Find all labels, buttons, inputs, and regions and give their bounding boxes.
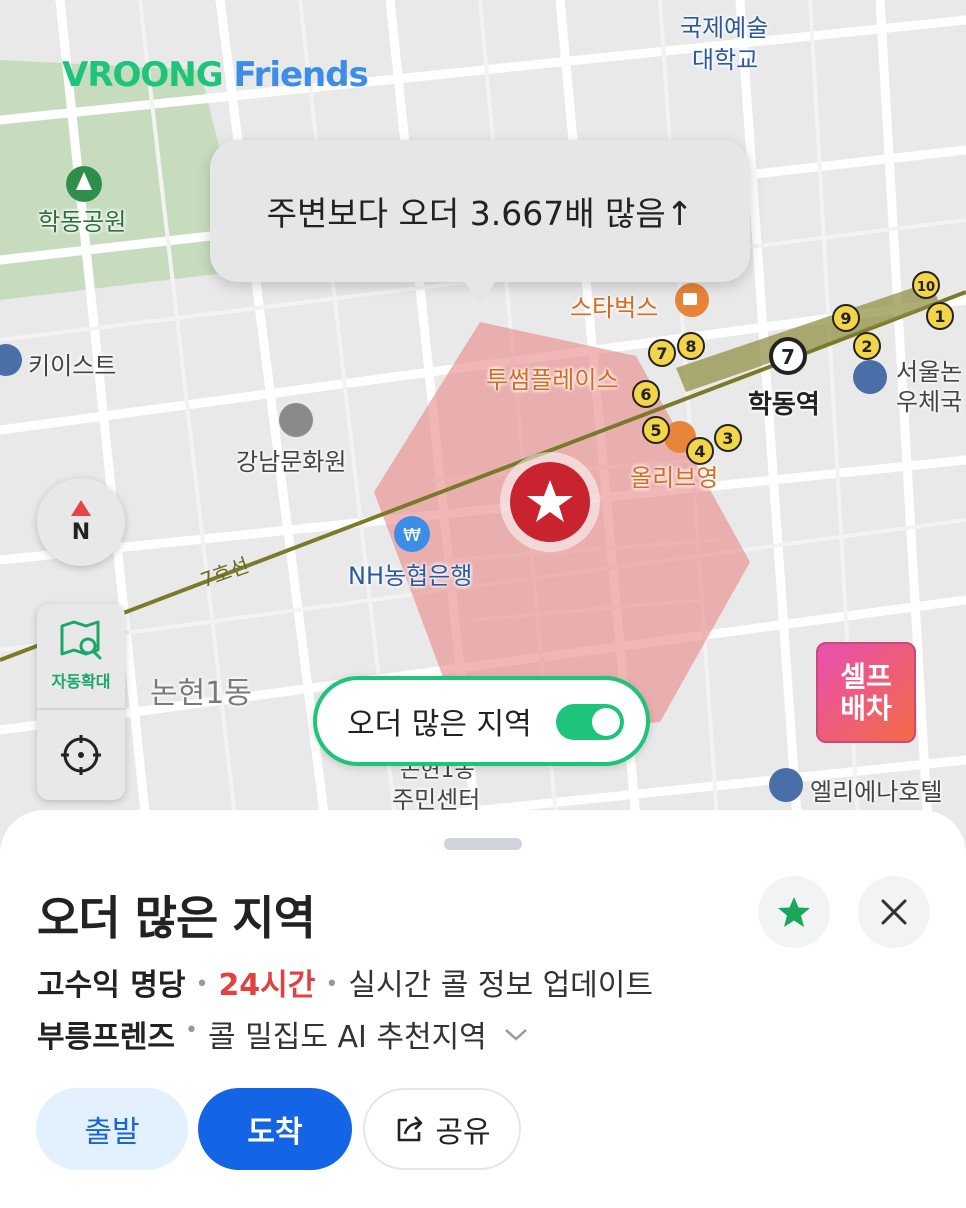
station-exit-1: 1: [926, 302, 954, 330]
starbucks-icon: [675, 283, 709, 317]
station-exit-9: 9: [832, 304, 860, 332]
label-olive: 올리브영: [630, 464, 719, 492]
svg-text:7: 7: [781, 345, 795, 369]
label-univ-2: 대학교: [692, 46, 759, 74]
label-hotel: 엘리에나호텔: [810, 778, 943, 806]
label-univ-1: 국제예술: [680, 14, 769, 42]
svg-text:8: 8: [685, 337, 696, 356]
label-dong: 논현1동: [150, 676, 252, 711]
label-bank: NH농협은행: [348, 562, 473, 590]
info-brand: 부릉프렌즈: [37, 1020, 175, 1055]
favorite-marker: [500, 452, 600, 552]
label-post-2: 우체국: [896, 388, 963, 416]
compass-label: N: [71, 519, 91, 545]
label-keyist: 키이스트: [28, 352, 117, 380]
station-exit-7: 7: [648, 339, 676, 367]
separator-dot: •: [325, 972, 339, 997]
compass-button[interactable]: N: [37, 478, 125, 566]
bubble-tail: [462, 278, 498, 304]
self-dispatch-line2: 배차: [840, 691, 892, 725]
separator-dot: •: [185, 1017, 198, 1043]
north-arrow-icon: [71, 499, 91, 516]
label-station: 학동역: [748, 390, 820, 420]
auto-zoom-button[interactable]: 자동확대: [37, 604, 125, 710]
svg-text:2: 2: [861, 337, 872, 356]
close-icon: [881, 899, 907, 925]
svg-text:6: 6: [640, 385, 651, 404]
station-exit-3: 3: [714, 424, 742, 452]
label-starbucks: 스타벅스: [570, 294, 659, 322]
favorite-button[interactable]: [758, 876, 830, 948]
sheet-drag-handle[interactable]: [444, 838, 522, 850]
info-high-income: 고수익 명당: [37, 968, 186, 1003]
map-zoom-icon: [60, 620, 102, 660]
svg-text:3: 3: [722, 429, 733, 448]
self-dispatch-button[interactable]: 셀프 배차: [816, 642, 916, 743]
order-ratio-text: 주변보다 오더 3.667배 많음↑: [266, 194, 694, 233]
park-icon: [66, 166, 102, 202]
label-culture: 강남문화원: [236, 448, 347, 476]
label-twosome: 투썸플레이스: [486, 366, 619, 394]
toggle-switch[interactable]: [556, 704, 624, 740]
info-ai: 콜 밀집도 AI 추천지역: [207, 1020, 487, 1055]
share-button[interactable]: 공유: [363, 1088, 521, 1170]
station-exit-8: 8: [677, 332, 705, 360]
close-button[interactable]: [858, 876, 930, 948]
post-icon: [853, 360, 887, 394]
order-zone-toggle[interactable]: 오더 많은 지역: [313, 676, 650, 766]
sheet-title: 오더 많은 지역: [37, 891, 316, 945]
station-exit-5: 5: [642, 416, 670, 444]
station-exit-10: 10: [912, 271, 940, 299]
app-root: ₩ 7 1 2 3 4 5 6 7 8 9 10 학동공원 국제예술 대학교 스타벅스 투썸플레이…: [0, 0, 966, 1208]
culture-icon: [279, 403, 313, 437]
crosshair-icon: [61, 735, 101, 775]
svg-text:10: 10: [917, 280, 935, 295]
separator-dot: •: [195, 972, 209, 997]
arrival-button[interactable]: 도착: [198, 1088, 352, 1170]
map-controls: 자동확대: [37, 604, 125, 800]
station-exit-6: 6: [632, 380, 660, 408]
station-exit-2: 2: [853, 332, 881, 360]
toggle-label: 오더 많은 지역: [347, 707, 532, 742]
info-line-2[interactable]: 부릉프렌즈 • 콜 밀집도 AI 추천지역: [37, 1012, 529, 1056]
toggle-knob: [592, 708, 620, 736]
svg-text:5: 5: [650, 421, 661, 440]
hotel-icon: [769, 768, 803, 802]
svg-text:₩: ₩: [403, 525, 421, 546]
chevron-down-icon: [504, 1029, 527, 1041]
svg-text:9: 9: [840, 309, 851, 328]
arrival-label: 도착: [247, 1115, 303, 1150]
auto-zoom-label: 자동확대: [51, 672, 111, 691]
share-label: 공유: [435, 1115, 491, 1150]
departure-button[interactable]: 출발: [36, 1088, 188, 1170]
svg-text:7: 7: [656, 344, 667, 363]
my-location-button[interactable]: [37, 710, 125, 800]
share-icon: [398, 1116, 423, 1142]
svg-text:1: 1: [934, 307, 945, 326]
brand-logo: VROONG Friends: [62, 55, 369, 95]
self-dispatch-line1: 셀프: [840, 659, 892, 693]
star-icon: [778, 897, 810, 927]
info-24h: 24시간: [218, 968, 316, 1003]
departure-label: 출발: [84, 1115, 140, 1150]
bank-icon: ₩: [394, 516, 430, 552]
bottom-sheet: 오더 많은 지역 고수익 명당 • 24시간 • 실시간 콜 정보 업데이트 부릉프렌즈…: [0, 810, 966, 1208]
info-line-1: 고수익 명당 • 24시간 • 실시간 콜 정보 업데이트: [37, 960, 653, 1004]
label-park: 학동공원: [38, 208, 127, 236]
station-line-badge: 7: [769, 337, 807, 375]
info-realtime: 실시간 콜 정보 업데이트: [348, 968, 653, 1003]
order-ratio-bubble: 주변보다 오더 3.667배 많음↑: [210, 140, 750, 282]
